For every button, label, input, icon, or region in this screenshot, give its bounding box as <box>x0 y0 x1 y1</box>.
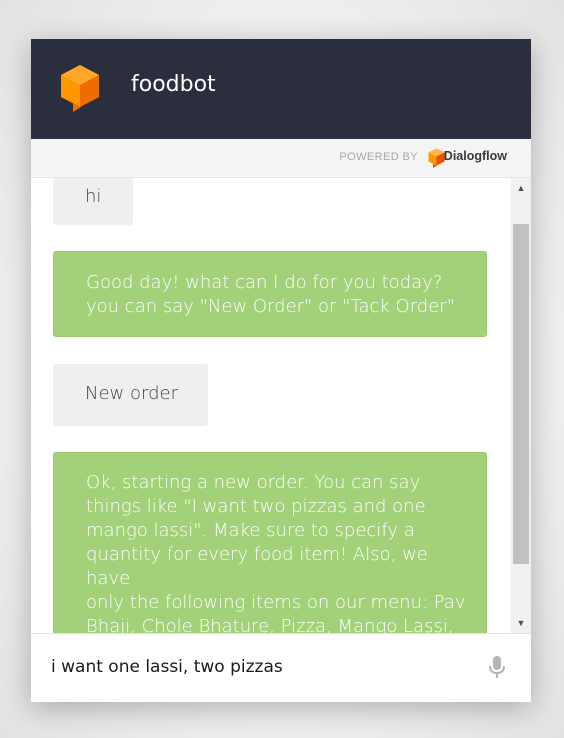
chat-scrollbar[interactable]: ▲ ▼ <box>511 178 531 633</box>
user-message-text: hi <box>85 186 102 207</box>
powered-by-label: POWERED BY <box>339 151 418 163</box>
message-input-bar <box>31 633 531 702</box>
user-message-text: New order <box>85 383 178 404</box>
powered-by-bar: POWERED BY Dialogflow <box>31 139 531 178</box>
bot-message-text: Ok, starting a new order. You can say th… <box>86 472 466 633</box>
scroll-up-arrow-icon[interactable]: ▲ <box>511 178 531 198</box>
bot-message-text: Good day! what can I do for you today? y… <box>86 272 455 317</box>
user-message: hi <box>53 178 133 225</box>
user-message: New order <box>53 364 208 426</box>
bot-message: Ok, starting a new order. You can say th… <box>53 452 487 633</box>
scrollbar-thumb[interactable] <box>513 224 529 564</box>
bot-message: Good day! what can I do for you today? y… <box>53 251 487 337</box>
scroll-down-arrow-icon[interactable]: ▼ <box>511 613 531 633</box>
chat-widget: foodbot POWERED BY Dialogflow hi Good da… <box>31 39 531 702</box>
dialogflow-logo-icon <box>428 148 445 168</box>
chat-header: foodbot <box>31 39 531 139</box>
query-input[interactable] <box>51 652 471 682</box>
chat-transcript[interactable]: hi Good day! what can I do for you today… <box>31 178 511 633</box>
bot-title: foodbot <box>131 72 216 97</box>
dialogflow-cube-icon <box>61 65 99 112</box>
dialogflow-brand-link[interactable]: Dialogflow <box>444 149 507 163</box>
microphone-icon[interactable] <box>486 654 508 680</box>
